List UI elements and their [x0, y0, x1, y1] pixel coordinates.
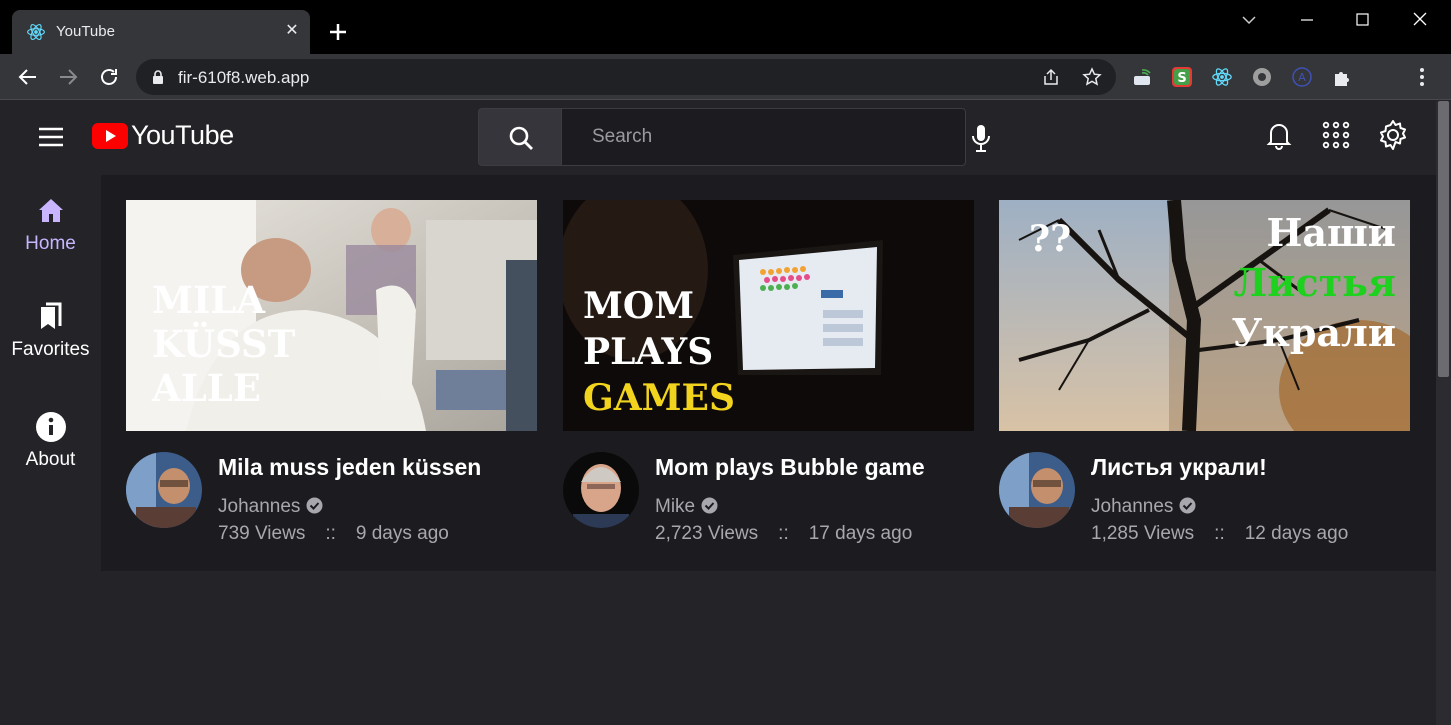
react-devtools-icon[interactable] [1211, 66, 1233, 88]
upload-age: 12 days ago [1244, 523, 1349, 544]
sidebar-item-label: Home [25, 233, 76, 254]
sidebar-item-home[interactable]: Home [0, 195, 101, 285]
thumbnail-caption: KÜSST [152, 322, 296, 366]
sidebar-item-label: About [25, 449, 76, 470]
channel-name-text: Mike [655, 496, 696, 517]
gear-icon[interactable] [1377, 119, 1409, 151]
search-button[interactable] [478, 108, 562, 166]
search-icon [509, 126, 533, 150]
back-arrow-icon[interactable] [16, 65, 40, 89]
view-count: 739 Views [218, 523, 306, 544]
circle-extension-icon[interactable] [1251, 66, 1273, 88]
apps-grid-icon[interactable] [1320, 119, 1352, 151]
microphone-icon[interactable] [970, 123, 992, 153]
info-icon [35, 412, 66, 442]
minimize-icon[interactable] [1284, 6, 1330, 34]
avatar[interactable] [999, 452, 1075, 528]
channel-name[interactable]: Mike [655, 496, 718, 518]
reload-icon[interactable] [97, 65, 121, 89]
channel-name[interactable]: Johannes [1091, 496, 1196, 518]
address-bar[interactable]: fir-610f8.web.app [136, 59, 1116, 95]
browser-tab[interactable]: YouTube ✕ [12, 10, 310, 54]
sidebar-item-favorites[interactable]: Favorites [0, 301, 101, 391]
search-input[interactable] [561, 108, 966, 166]
thumbnail-caption: Листья [1233, 260, 1396, 305]
video-title[interactable]: Mila muss jeden küssen [218, 454, 481, 481]
url-text[interactable]: fir-610f8.web.app [178, 68, 309, 88]
puzzle-icon[interactable] [1331, 66, 1353, 88]
meta-separator: :: [325, 523, 336, 544]
star-icon[interactable] [1082, 67, 1102, 87]
more-vertical-icon[interactable] [1411, 66, 1433, 88]
view-count: 1,285 Views [1091, 523, 1195, 544]
sidebar-item-about[interactable]: About [0, 411, 101, 501]
browser-toolbar: fir-610f8.web.app S A [0, 54, 1451, 100]
channel-name-text: Johannes [218, 496, 301, 517]
react-icon [27, 24, 45, 40]
thumbnail-caption: PLAYS [583, 331, 714, 373]
thumbnail-caption: Украли [1231, 310, 1396, 355]
s-extension-icon[interactable]: S [1171, 66, 1193, 88]
browser-titlebar: YouTube ✕ [0, 0, 1451, 54]
video-card[interactable]: MILA KÜSST ALLE Mila muss jeden küssen J… [126, 200, 537, 550]
video-card[interactable]: ?? Наши Листья Украли Листья украли! Joh… [999, 200, 1410, 550]
svg-text:A: A [1298, 71, 1306, 84]
video-grid: MILA KÜSST ALLE Mila muss jeden küssen J… [101, 175, 1436, 571]
a-extension-icon[interactable]: A [1291, 66, 1313, 88]
thumbnail-caption: Наши [1266, 210, 1396, 255]
app-header: YouTube [0, 101, 1436, 175]
video-card[interactable]: MOM PLAYS GAMES Mom plays Bubble game Mi… [563, 200, 974, 550]
thumbnail-caption: ALLE [152, 366, 261, 410]
youtube-logo-icon[interactable] [92, 123, 128, 149]
avatar-image [563, 452, 639, 528]
thumbnail-caption: ?? [1029, 218, 1072, 260]
avatar-image [126, 452, 202, 528]
plus-icon[interactable] [324, 18, 352, 46]
avatar[interactable] [126, 452, 202, 528]
view-count: 2,723 Views [655, 523, 759, 544]
wifi-extension-icon[interactable] [1131, 66, 1153, 88]
forward-arrow-icon[interactable] [56, 65, 80, 89]
avatar[interactable] [563, 452, 639, 528]
bell-icon[interactable] [1263, 119, 1295, 151]
bookmarks-icon [40, 302, 61, 329]
avatar-image [999, 452, 1075, 528]
channel-name[interactable]: Johannes [218, 496, 323, 518]
video-thumbnail[interactable]: ?? Наши Листья Украли [999, 200, 1410, 431]
sidebar-item-label: Favorites [11, 339, 90, 360]
video-meta: 2,723 Views:: 17 days ago [655, 523, 912, 545]
menu-icon[interactable] [38, 127, 64, 147]
share-icon[interactable] [1041, 67, 1061, 87]
svg-text:S: S [1177, 71, 1186, 86]
thumbnail-caption: MILA [152, 278, 265, 322]
video-title[interactable]: Mom plays Bubble game [655, 454, 925, 481]
thumbnail-caption: GAMES [583, 377, 735, 419]
meta-separator: :: [778, 523, 789, 544]
video-meta: 1,285 Views:: 12 days ago [1091, 523, 1348, 545]
lock-icon[interactable] [150, 69, 166, 85]
video-thumbnail[interactable]: MILA KÜSST ALLE [126, 200, 537, 431]
upload-age: 17 days ago [808, 523, 913, 544]
upload-age: 9 days ago [355, 523, 449, 544]
video-meta: 739 Views:: 9 days ago [218, 523, 449, 545]
meta-separator: :: [1214, 523, 1225, 544]
tab-title: YouTube [56, 23, 115, 40]
close-icon[interactable]: ✕ [280, 19, 304, 43]
home-icon [38, 199, 63, 222]
page-scrollbar[interactable] [1436, 101, 1451, 725]
chevron-down-icon[interactable] [1226, 6, 1272, 34]
maximize-icon[interactable] [1340, 6, 1386, 34]
thumbnail-caption: MOM [583, 285, 695, 327]
verified-icon [306, 497, 323, 514]
verified-icon [1179, 497, 1196, 514]
scrollbar-thumb[interactable] [1438, 101, 1449, 377]
sidebar: Home Favorites About [0, 175, 101, 725]
window-close-icon[interactable] [1397, 6, 1443, 34]
channel-name-text: Johannes [1091, 496, 1174, 517]
video-thumbnail[interactable]: MOM PLAYS GAMES [563, 200, 974, 431]
verified-icon [701, 497, 718, 514]
brand-name[interactable]: YouTube [131, 120, 234, 151]
video-title[interactable]: Листья украли! [1091, 454, 1267, 481]
